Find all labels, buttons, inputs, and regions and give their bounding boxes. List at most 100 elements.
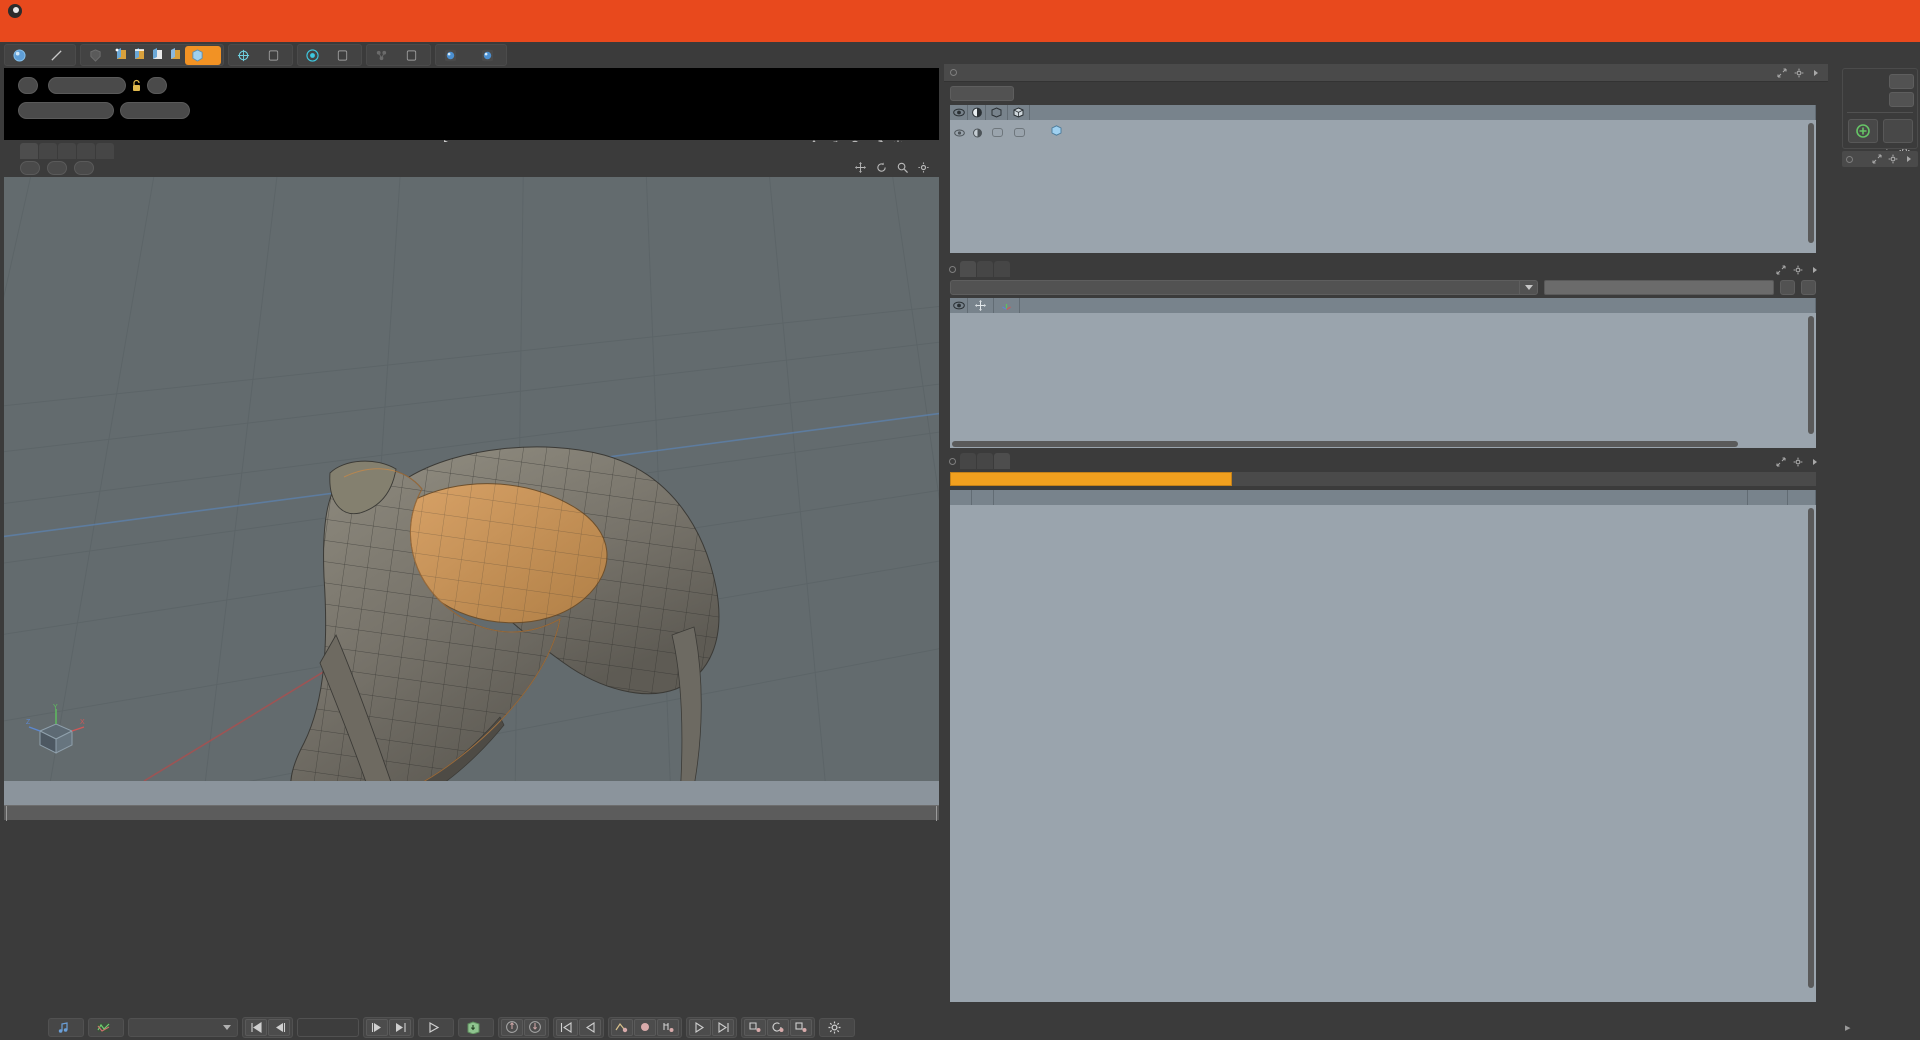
go-to-end-button[interactable]: [389, 1018, 411, 1036]
model-mode-button[interactable]: [7, 46, 43, 65]
passes-gear-icon[interactable]: [1888, 154, 1898, 164]
prev-key-button[interactable]: [556, 1018, 578, 1036]
tab-gradient-editor[interactable]: [77, 143, 95, 159]
timeline-ruler[interactable]: [4, 781, 939, 805]
delete-key-button[interactable]: [790, 1018, 812, 1036]
menu-item-system[interactable]: [240, 30, 258, 34]
minimize-button[interactable]: [1782, 0, 1828, 22]
tab-render-preset-browser[interactable]: [58, 143, 76, 159]
item-list-vertical-scrollbar[interactable]: [1808, 316, 1814, 434]
tab-images[interactable]: [977, 261, 993, 277]
audio-button[interactable]: [48, 1017, 84, 1037]
menu-item-render[interactable]: [186, 30, 204, 34]
item-col-axis-icon[interactable]: [994, 298, 1020, 313]
go-to-start-button[interactable]: [245, 1018, 267, 1036]
filter-items-input[interactable]: [1544, 280, 1774, 295]
viewport-rotate-icon[interactable]: [876, 162, 887, 173]
group-row-toggle-1[interactable]: [986, 125, 1008, 140]
viewport-canvas[interactable]: Y X Z: [4, 159, 939, 781]
menu-item-maxtomodo[interactable]: [204, 30, 222, 34]
maximize-button[interactable]: [1828, 0, 1874, 22]
viewport-perspective-button[interactable]: [20, 161, 40, 175]
close-button[interactable]: [1874, 0, 1920, 22]
menu-item-file[interactable]: [6, 30, 24, 34]
settings-button[interactable]: [819, 1017, 855, 1037]
items-mode-button[interactable]: [185, 45, 221, 65]
vertex-select-icon[interactable]: [113, 47, 130, 64]
co-bar-arrow-icon[interactable]: ▸: [1845, 1021, 1851, 1034]
group-row-shade-icon[interactable]: [968, 125, 986, 140]
info-menu-arrow-icon[interactable]: [1810, 457, 1820, 467]
item-list-menu-arrow-icon[interactable]: [1810, 265, 1820, 275]
edge-select-icon[interactable]: [131, 47, 148, 64]
groups-vertical-scrollbar[interactable]: [1808, 123, 1814, 243]
menu-item-help[interactable]: [258, 30, 276, 34]
item-col-eye-icon[interactable]: [950, 298, 968, 313]
tab-vertex-map-list[interactable]: [994, 261, 1010, 277]
item-list-horizontal-scrollbar[interactable]: [952, 441, 1738, 447]
viewport-zoom-icon[interactable]: [897, 162, 908, 173]
create-key-button[interactable]: [744, 1018, 766, 1036]
menu-item-view[interactable]: [42, 30, 60, 34]
key-sphere-button[interactable]: [634, 1018, 656, 1036]
previous-keyframe-button[interactable]: [268, 1018, 290, 1036]
menu-item-geometry[interactable]: [96, 30, 114, 34]
graph-editor-button[interactable]: [88, 1017, 124, 1037]
sculpt-mode-button[interactable]: [44, 46, 73, 65]
menu-item-vertex-map[interactable]: [132, 30, 150, 34]
action-center-button[interactable]: [231, 46, 260, 65]
menu-item-texture[interactable]: [114, 30, 132, 34]
render-shading-button[interactable]: [120, 102, 190, 119]
reload-key-button[interactable]: [767, 1018, 789, 1036]
filter-f-button[interactable]: [1801, 280, 1816, 295]
groups-col-cube1-icon[interactable]: [986, 105, 1008, 120]
groups-col-cube2-icon[interactable]: [1008, 105, 1030, 120]
render-window-button[interactable]: [475, 46, 504, 65]
item-list-tab-add[interactable]: [1011, 261, 1021, 277]
timeline-range-bar[interactable]: [4, 805, 939, 821]
viewport-shading-style-button[interactable]: [47, 161, 67, 175]
play-button[interactable]: [418, 1017, 454, 1037]
add-pass-button[interactable]: [1848, 119, 1878, 143]
next-keyframe-button[interactable]: [366, 1018, 388, 1036]
info-subtab[interactable]: [1232, 472, 1816, 486]
viewport-3d[interactable]: Y X Z: [4, 159, 939, 781]
menu-item-dynamics[interactable]: [168, 30, 186, 34]
passes-menu-arrow-icon[interactable]: [1904, 154, 1914, 164]
new-group-button[interactable]: [950, 86, 1014, 101]
select-through-button[interactable]: [369, 46, 398, 65]
groups-col-shade-icon[interactable]: [968, 105, 986, 120]
auto-select-button[interactable]: [83, 46, 112, 65]
tab-uv-texture-view[interactable]: [39, 143, 57, 159]
passes-panel-dot-icon[interactable]: [1846, 155, 1853, 163]
item-list-gear-icon[interactable]: [1793, 265, 1803, 275]
groups-gear-icon[interactable]: [1794, 68, 1804, 78]
groups-maximize-icon[interactable]: [1777, 67, 1787, 78]
tab-schematic[interactable]: [96, 143, 114, 159]
info-maximize-icon[interactable]: [1776, 457, 1786, 467]
groups-row[interactable]: [950, 120, 1816, 145]
menu-item-animate[interactable]: [150, 30, 168, 34]
viewport-pan-icon[interactable]: [855, 162, 866, 173]
passes-new-button[interactable]: [1889, 91, 1914, 107]
menu-item-edit[interactable]: [24, 30, 42, 34]
key-down-button[interactable]: [524, 1018, 546, 1036]
info-tab-add[interactable]: [1011, 453, 1021, 469]
tab-add-button[interactable]: [115, 143, 127, 159]
key-filter-button[interactable]: [657, 1018, 679, 1036]
animated-dropdown[interactable]: [128, 1017, 238, 1037]
viewport-settings-gear-icon[interactable]: [918, 162, 929, 173]
render-options-button[interactable]: [18, 76, 38, 94]
polygon-select-icon[interactable]: [149, 47, 166, 64]
menu-item-layout[interactable]: [222, 30, 240, 34]
falloff-options-button[interactable]: [330, 46, 359, 65]
groups-panel-dot-icon[interactable]: [950, 69, 957, 76]
forward-pass-button[interactable]: [1883, 119, 1913, 143]
render-camera-button[interactable]: [18, 102, 114, 119]
key-up-button[interactable]: [501, 1018, 523, 1036]
animate-curve-button[interactable]: [611, 1018, 633, 1036]
add-item-dropdown-arrow-icon[interactable]: [1519, 281, 1537, 294]
tab-item-list[interactable]: [960, 261, 976, 277]
groups-menu-arrow-icon[interactable]: [1811, 68, 1821, 78]
cache-deformers-button[interactable]: [458, 1017, 494, 1037]
